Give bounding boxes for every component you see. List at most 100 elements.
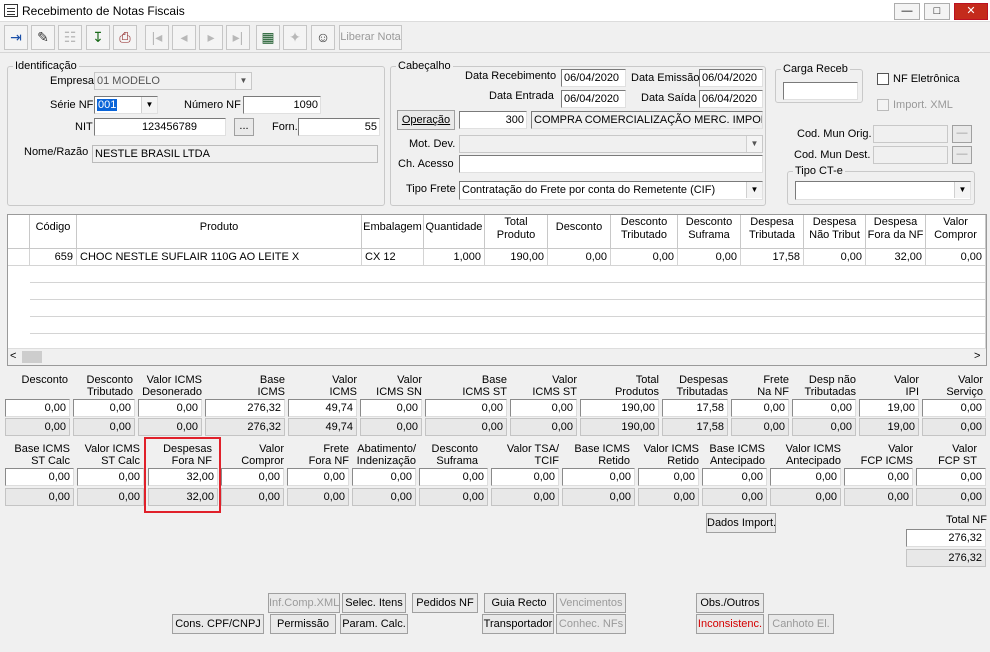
t2-valor-fcp-st[interactable]: 0,00 [916, 468, 986, 486]
horizontal-scrollbar[interactable]: < > [8, 348, 986, 365]
t2-valor-tsa-tcif[interactable]: 0,00 [491, 468, 559, 486]
col-header-produto[interactable]: Produto [77, 215, 362, 249]
user-icon[interactable]: ☺ [311, 25, 335, 50]
last-record-icon[interactable]: ▸| [226, 25, 250, 50]
cons-cpf-cnpj-button[interactable]: Cons. CPF/CNPJ [172, 614, 264, 634]
vencimentos-button[interactable]: Vencimentos [556, 593, 626, 613]
t1-valor-ipi[interactable]: 19,00 [859, 399, 919, 417]
nit-field[interactable]: 123456789 [94, 118, 226, 136]
t2-abatimento[interactable]: 0,00 [352, 468, 416, 486]
spreadsheet-icon[interactable]: ▦ [256, 25, 280, 50]
t1-total-produtos[interactable]: 190,00 [580, 399, 659, 417]
canhoto-el-button[interactable]: Canhoto El. [768, 614, 834, 634]
t2-frete-fora-nf[interactable]: 0,00 [287, 468, 349, 486]
ch-acesso-field[interactable] [459, 155, 763, 173]
nf-eletronica-checkbox[interactable] [877, 73, 889, 85]
cod-mun-dest-lookup-icon[interactable]: — [952, 146, 972, 164]
cell-despesa-tributada[interactable]: 17,58 [741, 249, 804, 266]
t1-despesas-tributadas[interactable]: 17,58 [662, 399, 728, 417]
cod-mun-orig-lookup-icon[interactable]: — [952, 125, 972, 143]
col-header-total-produto[interactable]: Total Produto [485, 215, 548, 249]
tree-icon[interactable]: ☷ [58, 25, 82, 50]
tipo-frete-select[interactable]: Contratação do Frete por conta do Remete… [459, 181, 763, 200]
selec-itens-button[interactable]: Selec. Itens [342, 593, 406, 613]
eraser-icon[interactable]: ✎ [31, 25, 55, 50]
t2-valor-fcp-icms[interactable]: 0,00 [844, 468, 913, 486]
t2-base-icms-retido[interactable]: 0,00 [562, 468, 635, 486]
t1-frete-na-nf[interactable]: 0,00 [731, 399, 789, 417]
cell-total-produto[interactable]: 190,00 [485, 249, 548, 266]
pedidos-nf-button[interactable]: Pedidos NF [412, 593, 478, 613]
cod-mun-dest-field[interactable] [873, 146, 948, 164]
t1-base-icms-st[interactable]: 0,00 [425, 399, 507, 417]
data-saida-field[interactable]: 06/04/2020 [699, 90, 763, 108]
nit-lookup-button[interactable]: ... [234, 118, 254, 136]
carga-receb-field[interactable] [783, 82, 858, 100]
guia-recto-button[interactable]: Guia Recto [484, 593, 554, 613]
wand-icon[interactable]: ✦ [283, 25, 307, 50]
permissao-button[interactable]: Permissão [270, 614, 336, 634]
cell-despesa-nao-tribut[interactable]: 0,00 [804, 249, 866, 266]
scroll-left-icon[interactable]: < [10, 350, 16, 362]
close-button[interactable]: ✕ [954, 3, 988, 20]
cell-desconto[interactable]: 0,00 [548, 249, 611, 266]
t2-desconto-suframa[interactable]: 0,00 [419, 468, 488, 486]
liberar-nota-button[interactable]: Liberar Nota [339, 25, 402, 50]
col-header-desconto-tributado[interactable]: Desconto Tributado [611, 215, 678, 249]
t2-valor-icms-retido[interactable]: 0,00 [638, 468, 699, 486]
scroll-right-icon[interactable]: > [974, 350, 980, 362]
t2-valor-icms-st-calc[interactable]: 0,00 [77, 468, 144, 486]
col-header-embalagem[interactable]: Embalagem [362, 215, 424, 249]
cell-desconto-suframa[interactable]: 0,00 [678, 249, 741, 266]
col-header-despesa-fora-nf[interactable]: Despesa Fora da NF [866, 215, 926, 249]
col-header-codigo[interactable]: Código [30, 215, 77, 249]
data-emissao-field[interactable]: 06/04/2020 [699, 69, 763, 87]
data-entrada-field[interactable]: 06/04/2020 [561, 90, 626, 108]
exit-icon[interactable]: ⇥ [4, 25, 28, 50]
import-xml-checkbox[interactable] [877, 99, 889, 111]
t1-desconto[interactable]: 0,00 [5, 399, 70, 417]
download-icon[interactable]: ↧ [86, 25, 110, 50]
minimize-button[interactable]: — [894, 3, 920, 20]
cell-embalagem[interactable]: CX 12 [362, 249, 424, 266]
cell-valor-compror[interactable]: 0,00 [926, 249, 986, 266]
print-icon[interactable]: ⎙ [113, 25, 137, 50]
tipo-cte-select[interactable]: ▼ [795, 181, 971, 200]
total-nf-field[interactable]: 276,32 [906, 529, 986, 547]
t1-desp-nao-tributadas[interactable]: 0,00 [792, 399, 856, 417]
conhec-nfs-button[interactable]: Conhec. NFs [556, 614, 626, 634]
scroll-thumb[interactable] [22, 351, 42, 363]
items-grid[interactable]: Código Produto Embalagem Quantidade Tota… [7, 214, 987, 366]
operacao-code-field[interactable]: 300 [459, 111, 527, 129]
transportador-button[interactable]: Transportador [482, 614, 554, 634]
col-header-desconto[interactable]: Desconto [548, 215, 611, 249]
param-calc-button[interactable]: Param. Calc. [340, 614, 408, 634]
data-recebimento-field[interactable]: 06/04/2020 [561, 69, 626, 87]
cell-produto[interactable]: CHOC NESTLE SUFLAIR 110G AO LEITE X [77, 249, 362, 266]
first-record-icon[interactable]: |◂ [145, 25, 169, 50]
cell-desconto-tributado[interactable]: 0,00 [611, 249, 678, 266]
cod-mun-orig-field[interactable] [873, 125, 948, 143]
col-header-quantidade[interactable]: Quantidade [424, 215, 485, 249]
cell-codigo[interactable]: 659 [30, 249, 77, 266]
dados-import-button[interactable]: Dados Import. [706, 513, 776, 533]
operacao-button[interactable]: Operação [397, 110, 455, 130]
obs-outros-button[interactable]: Obs./Outros [696, 593, 764, 613]
t1-valor-icms-st[interactable]: 0,00 [510, 399, 577, 417]
col-header-despesa-tributada[interactable]: Despesa Tributada [741, 215, 804, 249]
t2-valor-compror[interactable]: 0,00 [221, 468, 284, 486]
t1-base-icms[interactable]: 276,32 [205, 399, 285, 417]
numero-field[interactable]: 1090 [243, 96, 321, 114]
t1-desconto-tributado[interactable]: 0,00 [73, 399, 135, 417]
t1-valor-servico[interactable]: 0,00 [922, 399, 986, 417]
t2-base-icms-antecipado[interactable]: 0,00 [702, 468, 767, 486]
t1-valor-icms-desonerado[interactable]: 0,00 [138, 399, 202, 417]
empresa-select[interactable]: 01 MODELO ▼ [94, 72, 252, 90]
cell-quantidade[interactable]: 1,000 [424, 249, 485, 266]
serie-select[interactable]: 001 ▼ [94, 96, 158, 114]
cell-despesa-fora-nf[interactable]: 32,00 [866, 249, 926, 266]
col-header-desconto-suframa[interactable]: Desconto Suframa [678, 215, 741, 249]
col-header-valor-compror[interactable]: Valor Compror [926, 215, 986, 249]
forn-field[interactable]: 55 [298, 118, 380, 136]
t1-valor-icms[interactable]: 49,74 [288, 399, 357, 417]
